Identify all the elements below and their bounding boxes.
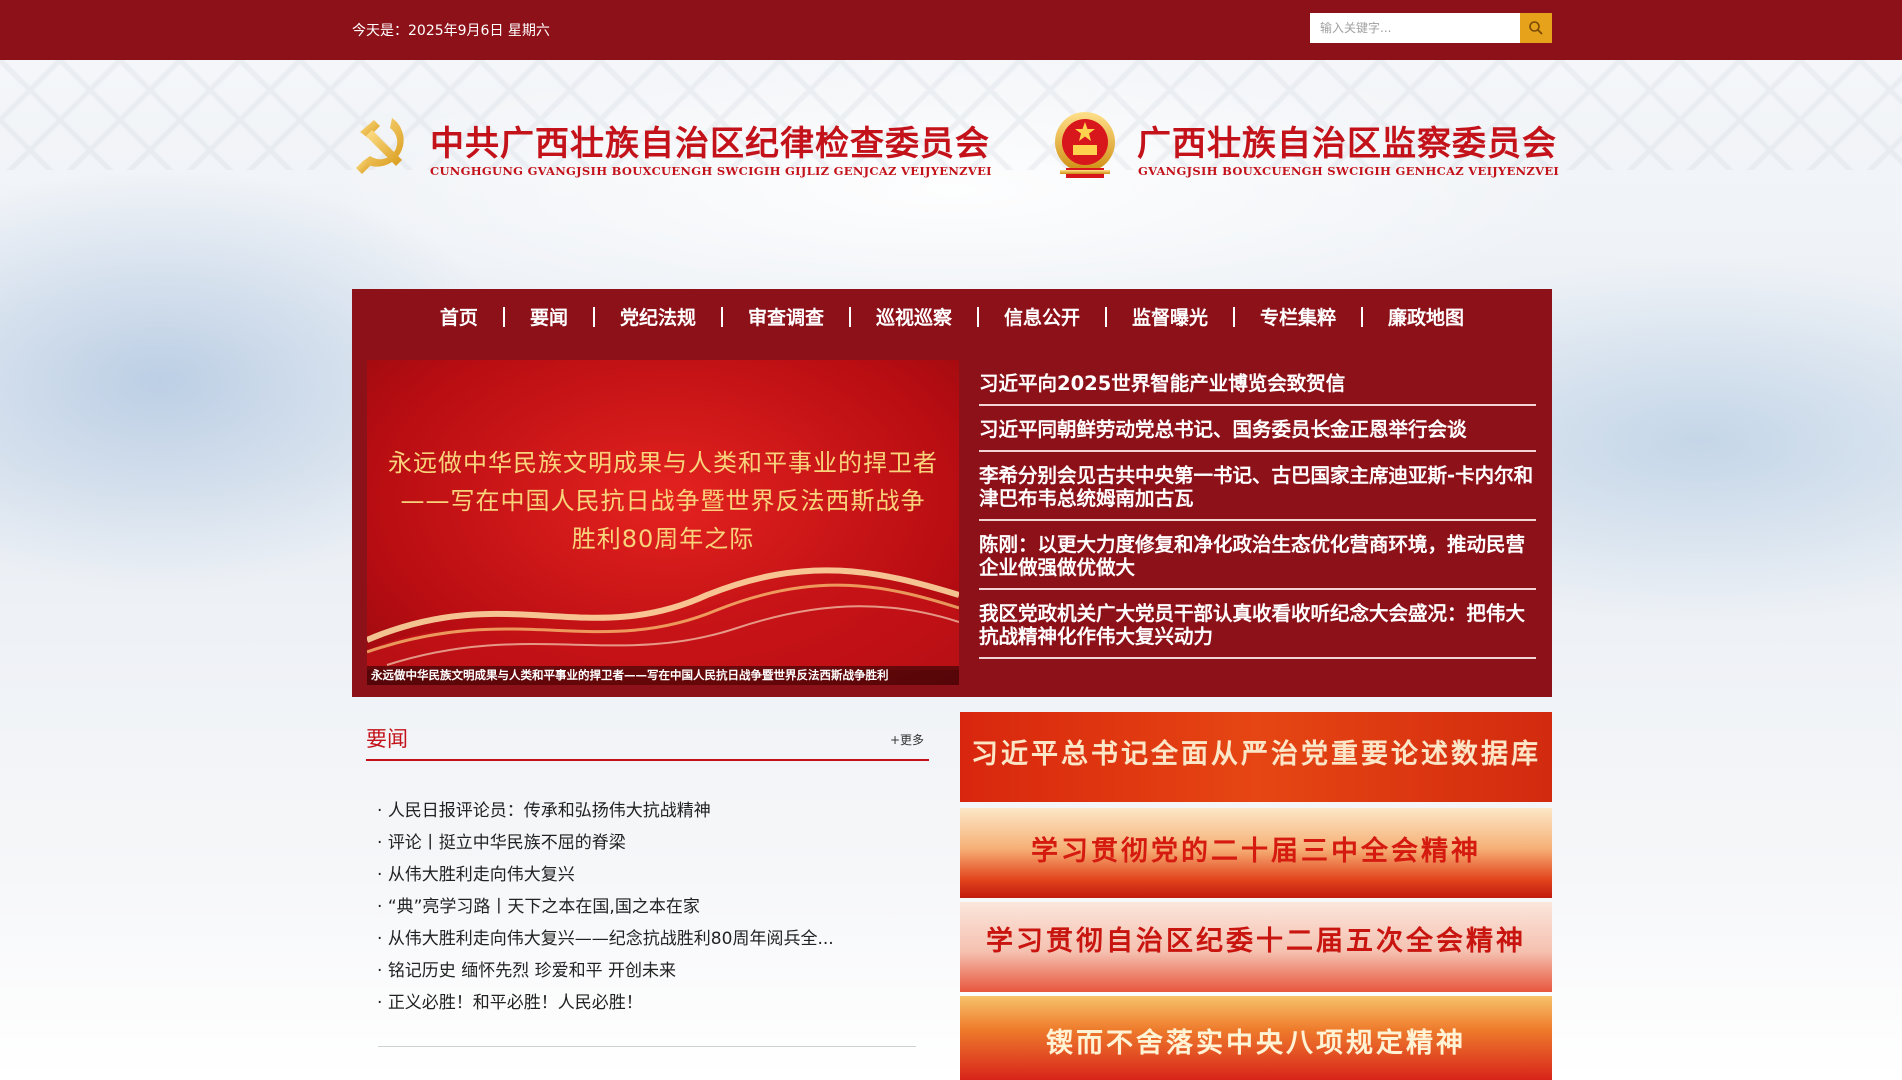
commission-title-en: CUNGHGUNG GVANGJSIH BOUXCUENGH SWCIGIH G… xyxy=(430,164,992,178)
news-item[interactable]: “典”亮学习路丨天下之本在国,国之本在家 xyxy=(377,891,917,923)
search-input[interactable] xyxy=(1310,13,1520,43)
news-item[interactable]: 从伟大胜利走向伟大复兴 xyxy=(377,859,917,891)
supervision-title-en: GVANGJSIH BOUXCUENGH SWCIGIH GENHCAZ VEI… xyxy=(1138,164,1560,178)
nav-home[interactable]: 首页 xyxy=(415,303,503,330)
hero-slogan: 永远做中华民族文明成果与人类和平事业的捍卫者 ——写在中国人民抗日战争暨世界反法… xyxy=(367,444,959,558)
nav-regulations[interactable]: 党纪法规 xyxy=(595,303,721,330)
headline-list: 习近平向2025世界智能产业博览会致贺信 习近平同朝鲜劳动党总书记、国务委员长金… xyxy=(979,360,1536,659)
banner-label: 学习贯彻党的二十届三中全会精神 xyxy=(1031,836,1481,867)
news-section-title: 要闻 xyxy=(366,727,408,751)
banner-regional-plenary[interactable]: 学习贯彻自治区纪委十二届五次全会精神 xyxy=(960,902,1552,992)
headline-link[interactable]: 李希分别会见古共中央第一书记、古巴国家主席迪亚斯-卡内尔和津巴布韦总统姆南加古瓦 xyxy=(979,452,1536,521)
nav-columns[interactable]: 专栏集粹 xyxy=(1235,303,1361,330)
nav-investigation[interactable]: 审查调查 xyxy=(723,303,849,330)
hero-wave-decoration xyxy=(367,567,959,670)
news-item[interactable]: 正义必胜！和平必胜！人民必胜！ xyxy=(377,987,917,1019)
news-item[interactable]: 人民日报评论员：传承和弘扬伟大抗战精神 xyxy=(377,795,917,827)
banner-database[interactable]: 习近平总书记全面从严治党重要论述数据库 xyxy=(960,712,1552,802)
news-bottom-divider xyxy=(378,1046,916,1047)
banner-label: 学习贯彻自治区纪委十二届五次全会精神 xyxy=(986,926,1526,957)
main-nav: 首页 要闻 党纪法规 审查调查 巡视巡察 信息公开 监督曝光 专栏集粹 廉政地图 xyxy=(352,289,1552,345)
news-item[interactable]: 评论丨挺立中华民族不屈的脊梁 xyxy=(377,827,917,859)
news-item[interactable]: 铭记历史 缅怀先烈 珍爱和平 开创未来 xyxy=(377,955,917,987)
search-box xyxy=(1310,13,1552,43)
news-list: 人民日报评论员：传承和弘扬伟大抗战精神 评论丨挺立中华民族不屈的脊梁 从伟大胜利… xyxy=(377,795,917,1019)
nav-news[interactable]: 要闻 xyxy=(505,303,593,330)
banner-label: 锲而不舍落实中央八项规定精神 xyxy=(1046,1028,1466,1059)
nav-inspection[interactable]: 巡视巡察 xyxy=(851,303,977,330)
party-emblem-icon xyxy=(356,118,404,174)
banner-label: 习近平总书记全面从严治党重要论述数据库 xyxy=(971,739,1541,770)
headline-link[interactable]: 习近平向2025世界智能产业博览会致贺信 xyxy=(979,360,1536,406)
national-emblem-icon xyxy=(1055,112,1115,178)
news-more-link[interactable]: +更多 xyxy=(890,731,924,748)
hero-panel: 永远做中华民族文明成果与人类和平事业的捍卫者 ——写在中国人民抗日战争暨世界反法… xyxy=(352,344,1552,697)
top-bar: 今天是：2025年9月6日 星期六 xyxy=(0,0,1902,60)
headline-link[interactable]: 习近平同朝鲜劳动党总书记、国务委员长金正恩举行会谈 xyxy=(979,406,1536,452)
search-button[interactable] xyxy=(1520,13,1552,43)
current-date: 今天是：2025年9月6日 星期六 xyxy=(352,23,550,39)
news-item[interactable]: 从伟大胜利走向伟大复兴——纪念抗战胜利80周年阅兵全... xyxy=(377,923,917,955)
nav-exposure[interactable]: 监督曝光 xyxy=(1107,303,1233,330)
search-icon xyxy=(1529,21,1543,35)
headline-link[interactable]: 我区党政机关广大党员干部认真收看收听纪念大会盛况：把伟大抗战精神化作伟大复兴动力 xyxy=(979,590,1536,659)
banner-eight-rules[interactable]: 锲而不舍落实中央八项规定精神 xyxy=(960,996,1552,1080)
hero-slogan-line: 永远做中华民族文明成果与人类和平事业的捍卫者 xyxy=(388,449,938,477)
news-divider xyxy=(366,759,929,761)
nav-disclosure[interactable]: 信息公开 xyxy=(979,303,1105,330)
headline-link[interactable]: 陈刚：以更大力度修复和净化政治生态优化营商环境，推动民营企业做强做优做大 xyxy=(979,521,1536,590)
hero-slogan-line: ——写在中国人民抗日战争暨世界反法西斯战争 xyxy=(400,487,926,515)
nav-map[interactable]: 廉政地图 xyxy=(1363,303,1489,330)
banner-plenary-spirit[interactable]: 学习贯彻党的二十届三中全会精神 xyxy=(960,808,1552,898)
commission-title-cn: 中共广西壮族自治区纪律检查委员会 xyxy=(430,124,990,164)
hero-slogan-line: 胜利80周年之际 xyxy=(571,525,755,553)
supervision-title-cn: 广西壮族自治区监察委员会 xyxy=(1137,124,1557,164)
hero-carousel-image[interactable]: 永远做中华民族文明成果与人类和平事业的捍卫者 ——写在中国人民抗日战争暨世界反法… xyxy=(367,360,959,685)
hero-caption: 永远做中华民族文明成果与人类和平事业的捍卫者——写在中国人民抗日战争暨世界反法西… xyxy=(367,666,959,685)
